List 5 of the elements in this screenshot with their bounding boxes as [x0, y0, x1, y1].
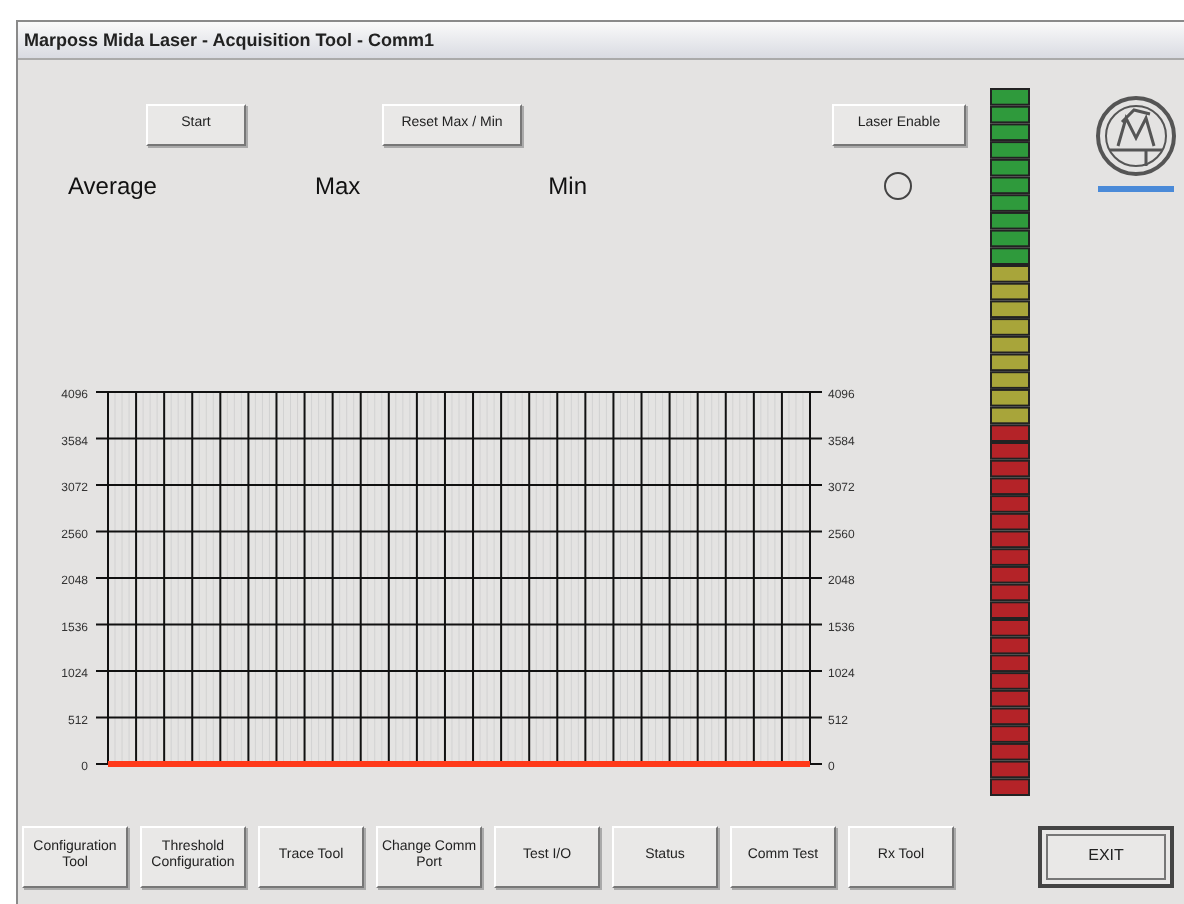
readout-label: Max — [314, 172, 361, 200]
window-title: Marposs Mida Laser - Acquisition Tool - Comm1 — [24, 30, 435, 50]
exit-button[interactable]: EXIT — [1038, 825, 1174, 887]
readout-label: Min — [548, 172, 587, 200]
readout-label: Average — [68, 172, 157, 200]
